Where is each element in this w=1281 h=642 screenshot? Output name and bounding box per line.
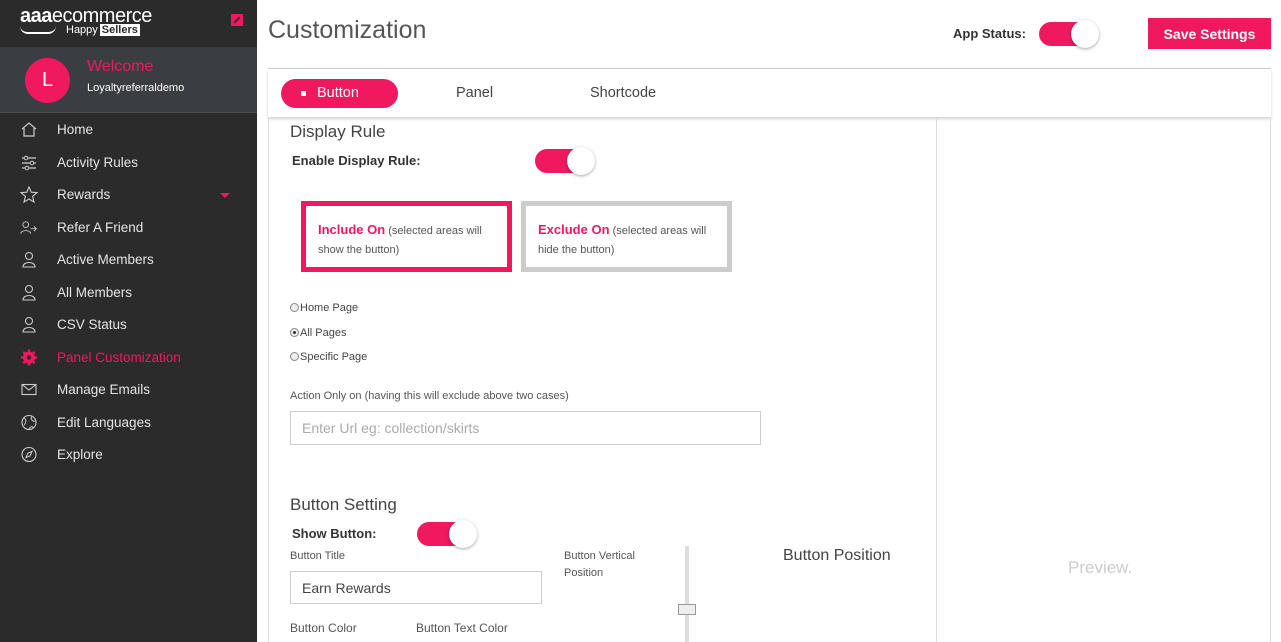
external-link-icon[interactable] xyxy=(231,14,243,26)
user-icon xyxy=(22,316,36,333)
sidebar-item-home[interactable]: Home xyxy=(0,113,257,146)
exclude-on-title: Exclude On xyxy=(538,222,610,237)
avatar[interactable]: L xyxy=(25,58,70,103)
enable-display-rule-toggle[interactable] xyxy=(535,147,595,175)
user-panel: L Welcome Loyaltyreferraldemo xyxy=(0,48,257,113)
vertical-position-slider[interactable] xyxy=(678,546,696,642)
sidebar-item-label: Activity Rules xyxy=(57,154,139,170)
tab-panel[interactable]: Panel xyxy=(456,79,493,108)
sidebar-item-label: Home xyxy=(57,122,94,137)
app-status-label: App Status: xyxy=(953,26,1026,41)
logo-text: aaaecommerce xyxy=(20,5,152,27)
sidebar-item-label: CSV Status xyxy=(57,317,127,332)
sidebar-item-label: Explore xyxy=(57,447,103,462)
sidebar-item-label: Edit Languages xyxy=(57,414,151,430)
toggle-knob xyxy=(1071,20,1099,48)
include-on-option[interactable]: Include On (selected areas will show the… xyxy=(301,201,512,272)
sidebar-item-edit-languages[interactable]: Edit Languages xyxy=(0,406,257,439)
sidebar-item-all-members[interactable]: All Members xyxy=(0,276,257,309)
sidebar-item-label: Refer A Friend xyxy=(57,219,144,235)
sidebar-item-label: Rewards xyxy=(57,187,111,202)
star-icon xyxy=(20,186,38,203)
show-button-label: Show Button: xyxy=(292,526,377,541)
sidebar-item-rewards[interactable]: Rewards xyxy=(0,178,257,211)
compass-icon xyxy=(21,446,37,463)
button-color-label: Button Color xyxy=(290,621,357,635)
user-share-icon xyxy=(20,220,38,234)
sidebar-item-explore[interactable]: Explore xyxy=(0,438,257,471)
button-position-heading: Button Position xyxy=(783,547,891,564)
sidebar-item-label: Panel Customization xyxy=(57,349,181,365)
url-input[interactable] xyxy=(290,411,761,445)
radio-specific-page[interactable]: Specific Page xyxy=(290,351,367,363)
radio-circle xyxy=(290,352,299,361)
tab-button[interactable]: Button xyxy=(281,79,398,108)
save-settings-button[interactable]: Save Settings xyxy=(1148,18,1271,49)
toggle-knob xyxy=(567,147,595,175)
button-setting-heading: Button Setting xyxy=(290,495,397,514)
sidebar-item-label: Manage Emails xyxy=(57,382,151,397)
radio-all-pages[interactable]: All Pages xyxy=(290,327,346,339)
gear-icon xyxy=(21,349,37,365)
logo-subtitle: Happy Sellers xyxy=(66,24,140,36)
logo-smile-icon xyxy=(20,26,56,34)
chevron-down-icon[interactable] xyxy=(220,193,230,198)
sidebar-item-label: All Members xyxy=(57,284,133,300)
include-on-title: Include On xyxy=(318,222,386,237)
sidebar-item-active-members[interactable]: Active Members xyxy=(0,243,257,276)
button-text-color-label: Button Text Color xyxy=(416,621,508,635)
brand-logo[interactable]: aaaecommerce Happy Sellers xyxy=(0,0,257,48)
sliders-icon xyxy=(22,155,36,170)
sidebar-item-activity-rules[interactable]: Activity Rules xyxy=(0,146,257,179)
button-title-input[interactable] xyxy=(290,571,542,604)
toggle-knob xyxy=(449,520,477,548)
display-rule-heading: Display Rule xyxy=(290,122,386,141)
radio-circle xyxy=(290,303,299,312)
tab-shortcode[interactable]: Shortcode xyxy=(590,79,656,108)
sidebar-item-label: Active Members xyxy=(57,252,154,267)
sidebar-item-panel-customization[interactable]: Panel Customization xyxy=(0,341,257,374)
bullet-icon xyxy=(301,91,306,96)
app-status-toggle[interactable] xyxy=(1039,20,1099,48)
globe-icon xyxy=(21,414,37,430)
sidebar-item-manage-emails[interactable]: Manage Emails xyxy=(0,373,257,406)
sidebar: aaaecommerce Happy Sellers L Welcome Loya… xyxy=(0,0,257,642)
action-only-label: Action Only on (having this will exclude… xyxy=(290,390,569,402)
home-icon xyxy=(21,122,37,137)
preview-label: Preview. xyxy=(1068,558,1133,577)
button-title-label: Button Title xyxy=(290,550,346,562)
user-name: Loyaltyreferraldemo xyxy=(87,82,185,94)
page-title: Customization xyxy=(268,16,427,44)
radio-home-page[interactable]: Home Page xyxy=(290,302,358,314)
user-icon xyxy=(22,284,36,301)
tab-bar: Button Panel Shortcode xyxy=(268,69,1271,117)
radio-circle xyxy=(290,328,299,337)
sidebar-item-refer-a-friend[interactable]: Refer A Friend xyxy=(0,211,257,244)
slider-handle[interactable] xyxy=(678,604,696,615)
welcome-text: Welcome xyxy=(87,58,154,75)
mail-icon xyxy=(21,383,37,396)
exclude-on-option[interactable]: Exclude On (selected areas will hide the… xyxy=(521,201,732,272)
sidebar-item-csv-status[interactable]: CSV Status xyxy=(0,308,257,341)
enable-display-rule-label: Enable Display Rule: xyxy=(292,153,421,168)
button-vertical-position-label: Button Vertical Position xyxy=(564,550,635,579)
sidebar-nav: Home Activity Rules Rewards Refer A Frie… xyxy=(0,113,257,471)
show-button-toggle[interactable] xyxy=(417,520,477,548)
user-icon xyxy=(22,251,36,268)
